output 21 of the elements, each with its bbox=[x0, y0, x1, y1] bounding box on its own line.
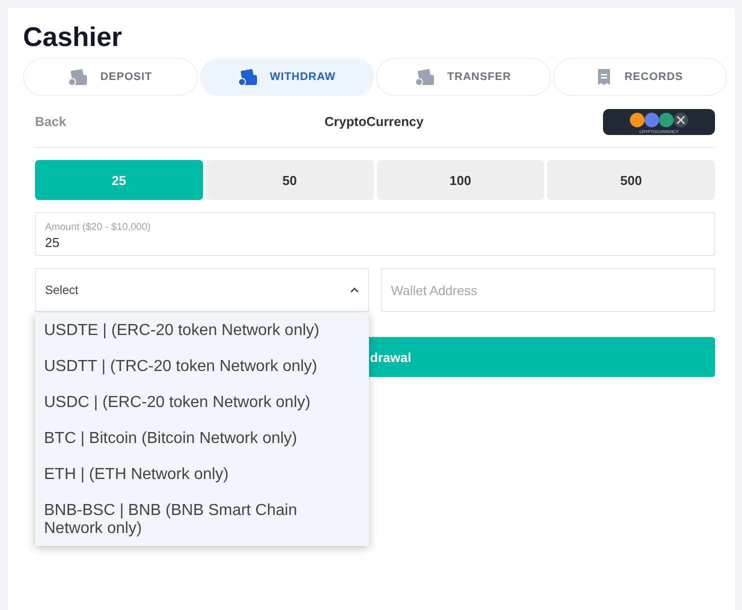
receipt-icon bbox=[596, 68, 612, 86]
tab[interactable]: TRANSFER bbox=[376, 58, 550, 96]
currency-select[interactable]: Select bbox=[35, 268, 369, 312]
section-heading: CryptoCurrency bbox=[324, 114, 424, 129]
currency-option[interactable]: ETH | (ETH Network only) bbox=[35, 466, 369, 502]
wallet-icon bbox=[68, 68, 88, 86]
currency-option[interactable]: BTC | Bitcoin (Bitcoin Network only) bbox=[35, 430, 369, 466]
tab[interactable]: WITHDRAW bbox=[200, 58, 374, 96]
amount-option[interactable]: 100 bbox=[376, 160, 544, 200]
currency-option[interactable]: USDC | (ERC-20 token Network only) bbox=[35, 394, 369, 430]
wallet-address-field[interactable]: Wallet Address bbox=[381, 268, 715, 312]
wallet-icon bbox=[238, 68, 258, 86]
amount-option[interactable]: 500 bbox=[547, 160, 715, 200]
page-title: Cashier bbox=[23, 22, 124, 52]
tab[interactable]: DEPOSIT bbox=[23, 58, 198, 96]
wallet-icon bbox=[415, 68, 436, 86]
amount-field[interactable]: Amount ($20 - $10,000) 25 bbox=[35, 212, 715, 256]
chevron-icon bbox=[350, 287, 359, 293]
currency-option[interactable]: BNB-BSC | BNB (BNB Smart Chain Network only) bbox=[35, 502, 369, 538]
tab[interactable]: RECORDS bbox=[552, 58, 727, 96]
amount-option[interactable]: 50 bbox=[206, 160, 374, 200]
